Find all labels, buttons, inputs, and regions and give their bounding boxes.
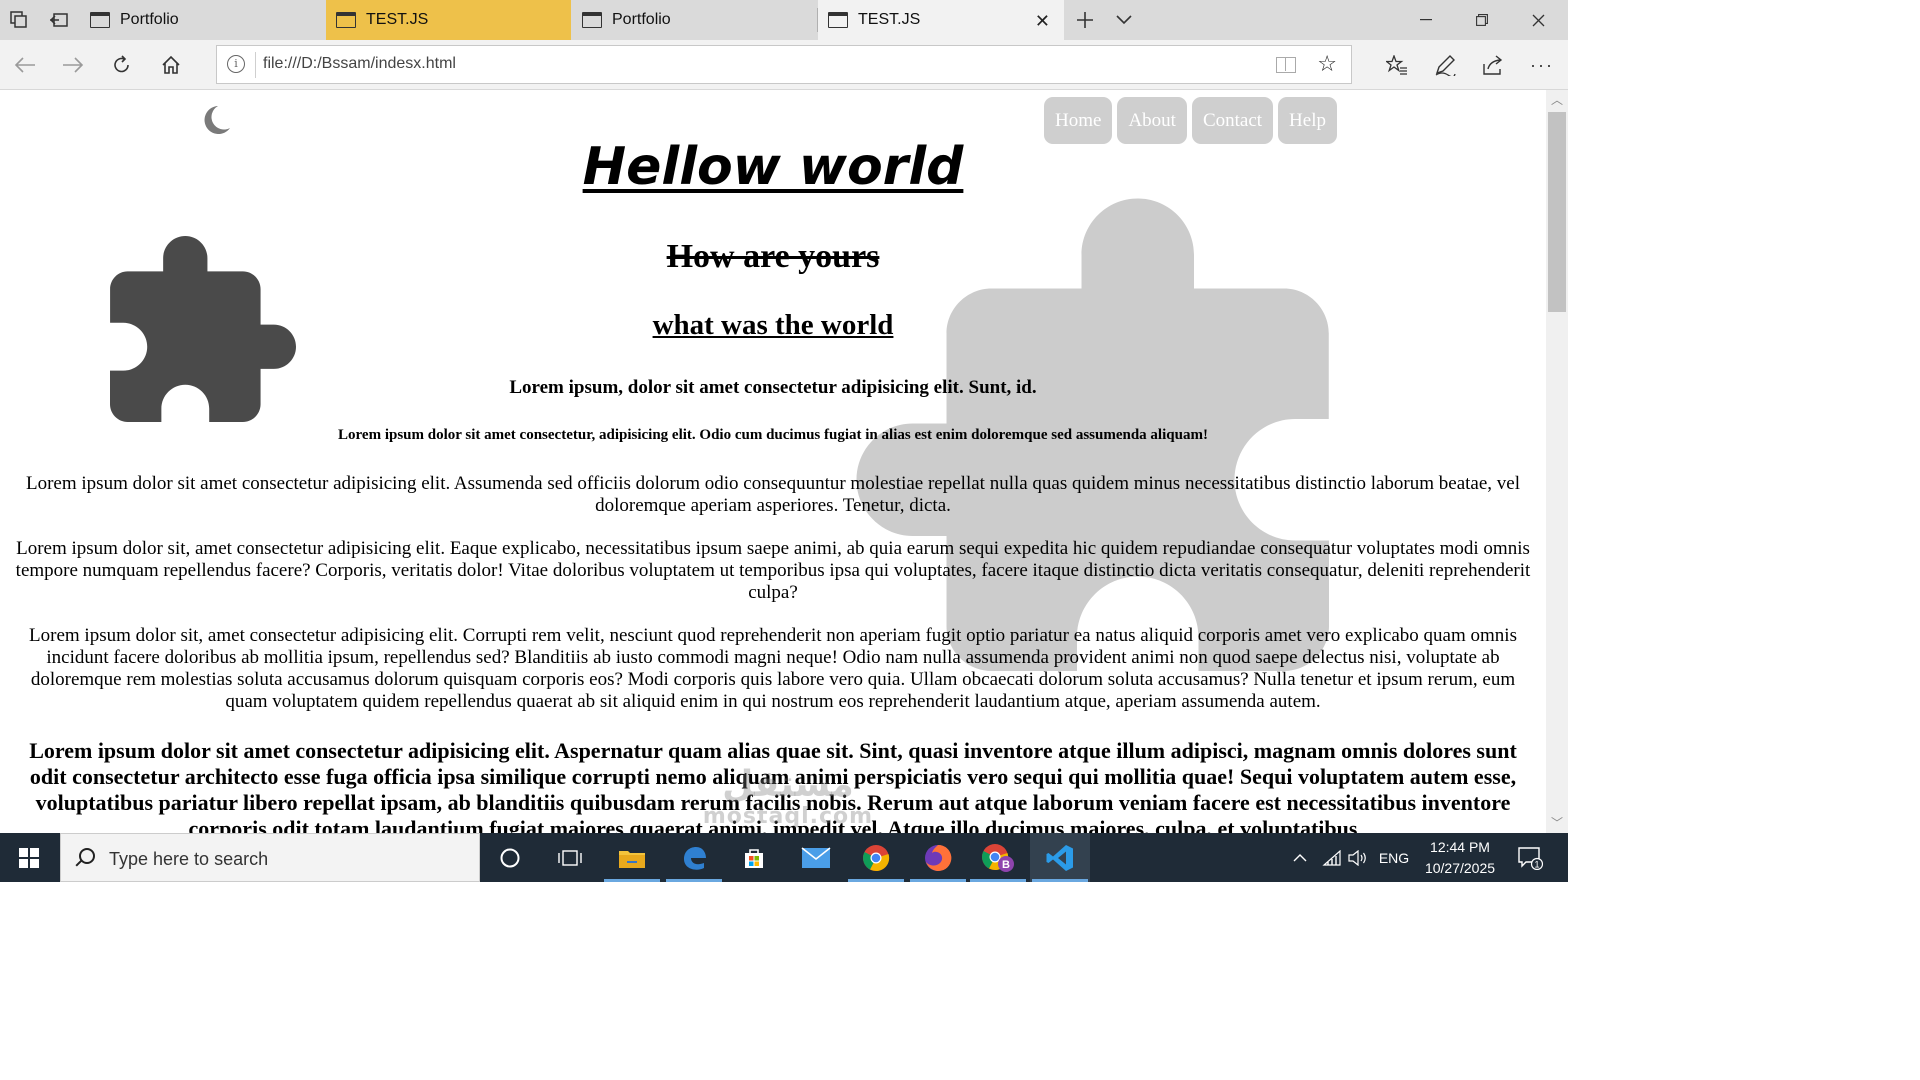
page-icon bbox=[582, 12, 602, 28]
system-clock[interactable]: 12:44 PM 10/27/2025 bbox=[1414, 837, 1506, 879]
subheading-h5: Lorem ipsum dolor sit amet consectetur, … bbox=[338, 427, 1208, 443]
info-icon[interactable]: i bbox=[227, 55, 245, 73]
tab-title: Portfolio bbox=[612, 11, 671, 28]
watermark-line-1: مستقل bbox=[722, 764, 854, 805]
underlined-heading-text: what was the world bbox=[652, 309, 894, 341]
taskbar-search-box[interactable]: Type here to search bbox=[60, 833, 480, 882]
tab-test-js-1[interactable]: TEST.JS bbox=[326, 0, 571, 40]
close-window-icon[interactable] bbox=[1510, 0, 1566, 40]
chrome-icon[interactable] bbox=[846, 833, 906, 882]
watermark-line-2: mostaql.com bbox=[702, 804, 874, 829]
minimize-icon[interactable] bbox=[1398, 0, 1454, 40]
share-icon[interactable] bbox=[1473, 45, 1513, 85]
favorite-star-icon[interactable]: ☆ bbox=[1317, 51, 1337, 77]
paragraph-1: Lorem ipsum dolor sit amet consectetur a… bbox=[26, 473, 1520, 516]
scroll-down-icon[interactable]: ﹀ bbox=[1546, 813, 1568, 833]
address-bar[interactable]: i file:///D:/Bssam/indesx.html ☆ bbox=[216, 45, 1352, 84]
url-text[interactable]: file:///D:/Bssam/indesx.html bbox=[263, 55, 456, 73]
show-hidden-icons-chevron-icon[interactable] bbox=[1288, 833, 1312, 882]
firefox-icon[interactable] bbox=[908, 833, 968, 882]
more-options-icon[interactable]: ··· bbox=[1522, 45, 1562, 85]
favorites-icon[interactable] bbox=[1377, 45, 1417, 85]
forward-arrow-icon[interactable] bbox=[53, 45, 93, 85]
close-tab-icon[interactable]: ✕ bbox=[1035, 11, 1050, 32]
scrollbar-thumb[interactable] bbox=[1548, 112, 1566, 312]
tab-test-js-active[interactable]: TEST.JS ✕ bbox=[818, 0, 1064, 40]
clock-date: 10/27/2025 bbox=[1424, 860, 1496, 876]
chrome-profile-icon[interactable]: B bbox=[968, 833, 1028, 882]
language-indicator[interactable]: ENG bbox=[1374, 833, 1414, 882]
tab-actions-icon[interactable] bbox=[0, 0, 38, 40]
web-page: Home About Contact Help Hellow world How… bbox=[0, 90, 1546, 833]
paragraph-2: Lorem ipsum dolor sit, amet consectetur … bbox=[15, 538, 1531, 603]
refresh-icon[interactable] bbox=[102, 45, 142, 85]
home-icon[interactable] bbox=[151, 45, 191, 85]
windows-start-icon[interactable] bbox=[0, 833, 58, 882]
tab-portfolio-2[interactable]: Portfolio bbox=[572, 0, 817, 40]
new-tab-icon[interactable] bbox=[1066, 0, 1104, 40]
page-icon bbox=[828, 12, 848, 28]
strikethrough-heading: How are yours bbox=[666, 238, 880, 275]
page-icon bbox=[336, 12, 356, 28]
tab-portfolio-1[interactable]: Portfolio bbox=[80, 0, 325, 40]
mail-icon[interactable] bbox=[786, 833, 846, 882]
search-icon bbox=[79, 848, 95, 864]
task-view-icon[interactable] bbox=[540, 833, 600, 882]
main-heading-text: Hellow world bbox=[582, 137, 964, 197]
scroll-up-icon[interactable]: ︿ bbox=[1546, 90, 1568, 110]
set-aside-tabs-icon[interactable] bbox=[40, 0, 78, 40]
pen-icon[interactable] bbox=[1425, 45, 1465, 85]
tab-title: Portfolio bbox=[120, 11, 179, 28]
dark-mode-moon-icon[interactable] bbox=[196, 100, 236, 140]
vertical-scrollbar[interactable]: ︿ ﹀ bbox=[1546, 90, 1568, 833]
store-icon[interactable] bbox=[724, 833, 784, 882]
edge-browser-icon[interactable] bbox=[664, 833, 724, 882]
page-icon bbox=[90, 12, 110, 28]
address-divider bbox=[255, 52, 256, 78]
volume-icon[interactable] bbox=[1346, 833, 1370, 882]
cortana-icon[interactable] bbox=[480, 833, 540, 882]
subheading-h4: Lorem ipsum, dolor sit amet consectetur … bbox=[509, 377, 1037, 398]
tab-bar: Portfolio TEST.JS Portfolio TEST.JS ✕ bbox=[0, 0, 1568, 40]
network-icon[interactable] bbox=[1320, 833, 1344, 882]
main-heading: Hellow world bbox=[0, 137, 1546, 197]
notifications-icon[interactable]: 1 bbox=[1510, 833, 1550, 882]
profile-letter: B bbox=[1002, 859, 1010, 871]
tab-preview-chevron-icon[interactable] bbox=[1105, 0, 1143, 40]
restore-icon[interactable] bbox=[1454, 0, 1510, 40]
tab-title: TEST.JS bbox=[366, 11, 429, 28]
reading-view-icon[interactable] bbox=[1276, 57, 1296, 73]
back-arrow-icon[interactable] bbox=[5, 45, 45, 85]
underlined-heading: what was the world bbox=[0, 309, 1546, 342]
navigation-bar: i file:///D:/Bssam/indesx.html ☆ ··· bbox=[0, 40, 1568, 90]
vscode-icon[interactable] bbox=[1030, 833, 1090, 882]
watermark-logo: مستقل mostaql.com bbox=[688, 765, 888, 829]
taskbar: Type here to search B ENG 12:44 PM 10/27 bbox=[0, 833, 1568, 882]
paragraph-3: Lorem ipsum dolor sit, amet consectetur … bbox=[29, 625, 1517, 712]
clock-time: 12:44 PM bbox=[1430, 839, 1490, 855]
tab-title: TEST.JS bbox=[858, 11, 921, 28]
notification-count: 1 bbox=[1534, 859, 1539, 869]
file-explorer-icon[interactable] bbox=[602, 833, 662, 882]
search-placeholder: Type here to search bbox=[109, 849, 269, 869]
